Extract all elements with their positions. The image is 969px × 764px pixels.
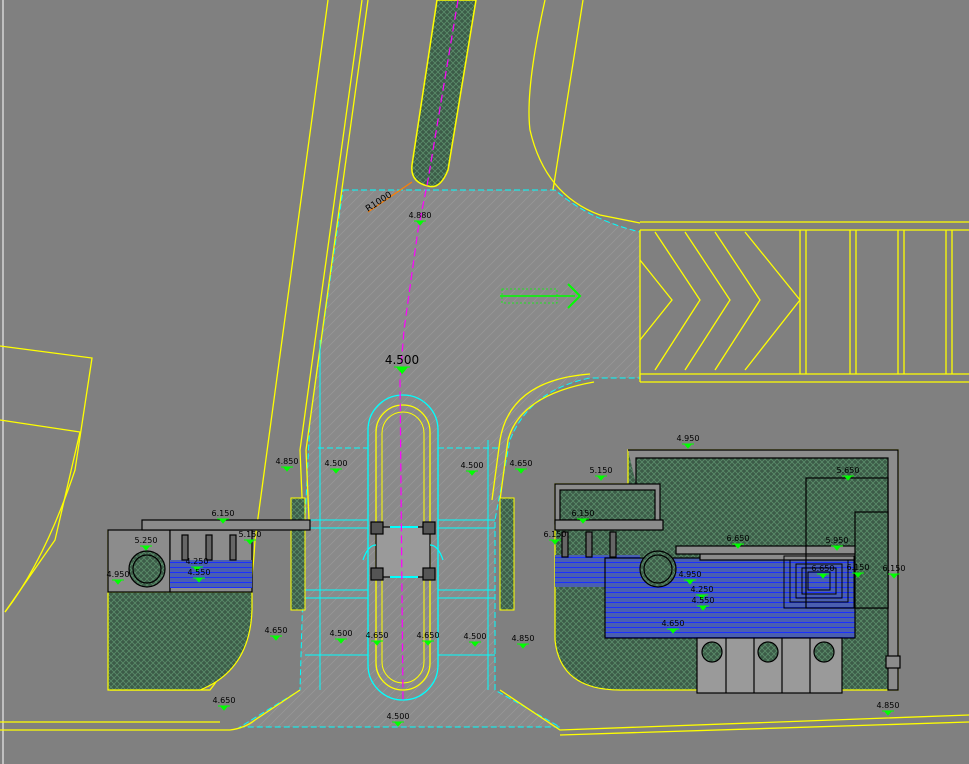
- elevation-label: 4.650: [417, 631, 440, 640]
- elevation-triangle-icon: [684, 444, 692, 449]
- elevation-label: 6.150: [847, 563, 870, 572]
- elevation-label: 4.500: [325, 459, 348, 468]
- elevation-label: 5.150: [239, 530, 262, 539]
- elevation-label: 6.650: [812, 564, 835, 573]
- elevation-marker: 4.850: [512, 634, 535, 649]
- site-plan-drawing: R1000 4.8804.5004.850 4.500 4.500 4.6504.95…: [0, 0, 969, 764]
- left-feature-wall: [107, 519, 311, 691]
- elevation-triangle-icon: [519, 644, 527, 649]
- elevation-triangle-icon: [597, 476, 605, 481]
- elevation-label: 6.150: [572, 509, 595, 518]
- elevation-label: 4.500: [387, 712, 410, 721]
- elevation-marker: 5.150: [590, 466, 613, 481]
- elevation-label: 4.850: [877, 701, 900, 710]
- elevation-label: 4.850: [512, 634, 535, 643]
- elevation-label: 5.950: [826, 536, 849, 545]
- elevation-label: 4.950: [677, 434, 700, 443]
- elevation-label: 6.150: [883, 564, 906, 573]
- elevation-triangle-icon: [272, 636, 280, 641]
- elevation-marker: 4.850: [276, 457, 299, 472]
- elevation-label: 4.250: [186, 557, 209, 566]
- elevation-label: 4.880: [409, 211, 432, 220]
- elevation-label: 4.950: [107, 570, 130, 579]
- left-round-planter: [128, 550, 166, 588]
- elevation-triangle-icon: [220, 706, 228, 711]
- elevation-label: 4.650: [213, 696, 236, 705]
- elevation-triangle-icon: [283, 467, 291, 472]
- elevation-label: 5.150: [590, 466, 613, 475]
- left-gate-planter: [290, 497, 306, 611]
- elevation-marker: 4.650: [510, 459, 533, 474]
- elevation-label: 5.250: [135, 536, 158, 545]
- crossing-chevrons: [639, 230, 953, 374]
- elevation-label: 6.650: [727, 534, 750, 543]
- elevation-label: 4.950: [679, 570, 702, 579]
- right-gate-planter: [499, 497, 515, 611]
- elevation-label: 4.550: [692, 596, 715, 605]
- elevation-label: 4.650: [662, 619, 685, 628]
- elevation-marker: 4.650: [213, 696, 236, 711]
- elevation-label: 4.250: [691, 585, 714, 594]
- right-round-planter: [639, 550, 677, 588]
- elevation-label: 4.650: [366, 631, 389, 640]
- elevation-label: 4.850: [276, 457, 299, 466]
- elevation-label: 6.150: [544, 530, 567, 539]
- elevation-label: 6.150: [212, 509, 235, 518]
- elevation-label: 4.500: [385, 353, 419, 367]
- elevation-label: 4.500: [330, 629, 353, 638]
- elevation-label: 4.500: [464, 632, 487, 641]
- elevation-label: 4.500: [461, 461, 484, 470]
- elevation-label: 4.650: [265, 626, 288, 635]
- elevation-label: 5.650: [837, 466, 860, 475]
- elevation-marker: 4.650: [265, 626, 288, 641]
- elevation-label: 4.550: [188, 568, 211, 577]
- elevation-marker: 4.950: [677, 434, 700, 449]
- elevation-triangle-icon: [884, 711, 892, 716]
- elevation-triangle-icon: [517, 469, 525, 474]
- top-median-island: [411, 0, 477, 188]
- elevation-label: 4.650: [510, 459, 533, 468]
- elevation-marker: 4.850: [877, 701, 900, 716]
